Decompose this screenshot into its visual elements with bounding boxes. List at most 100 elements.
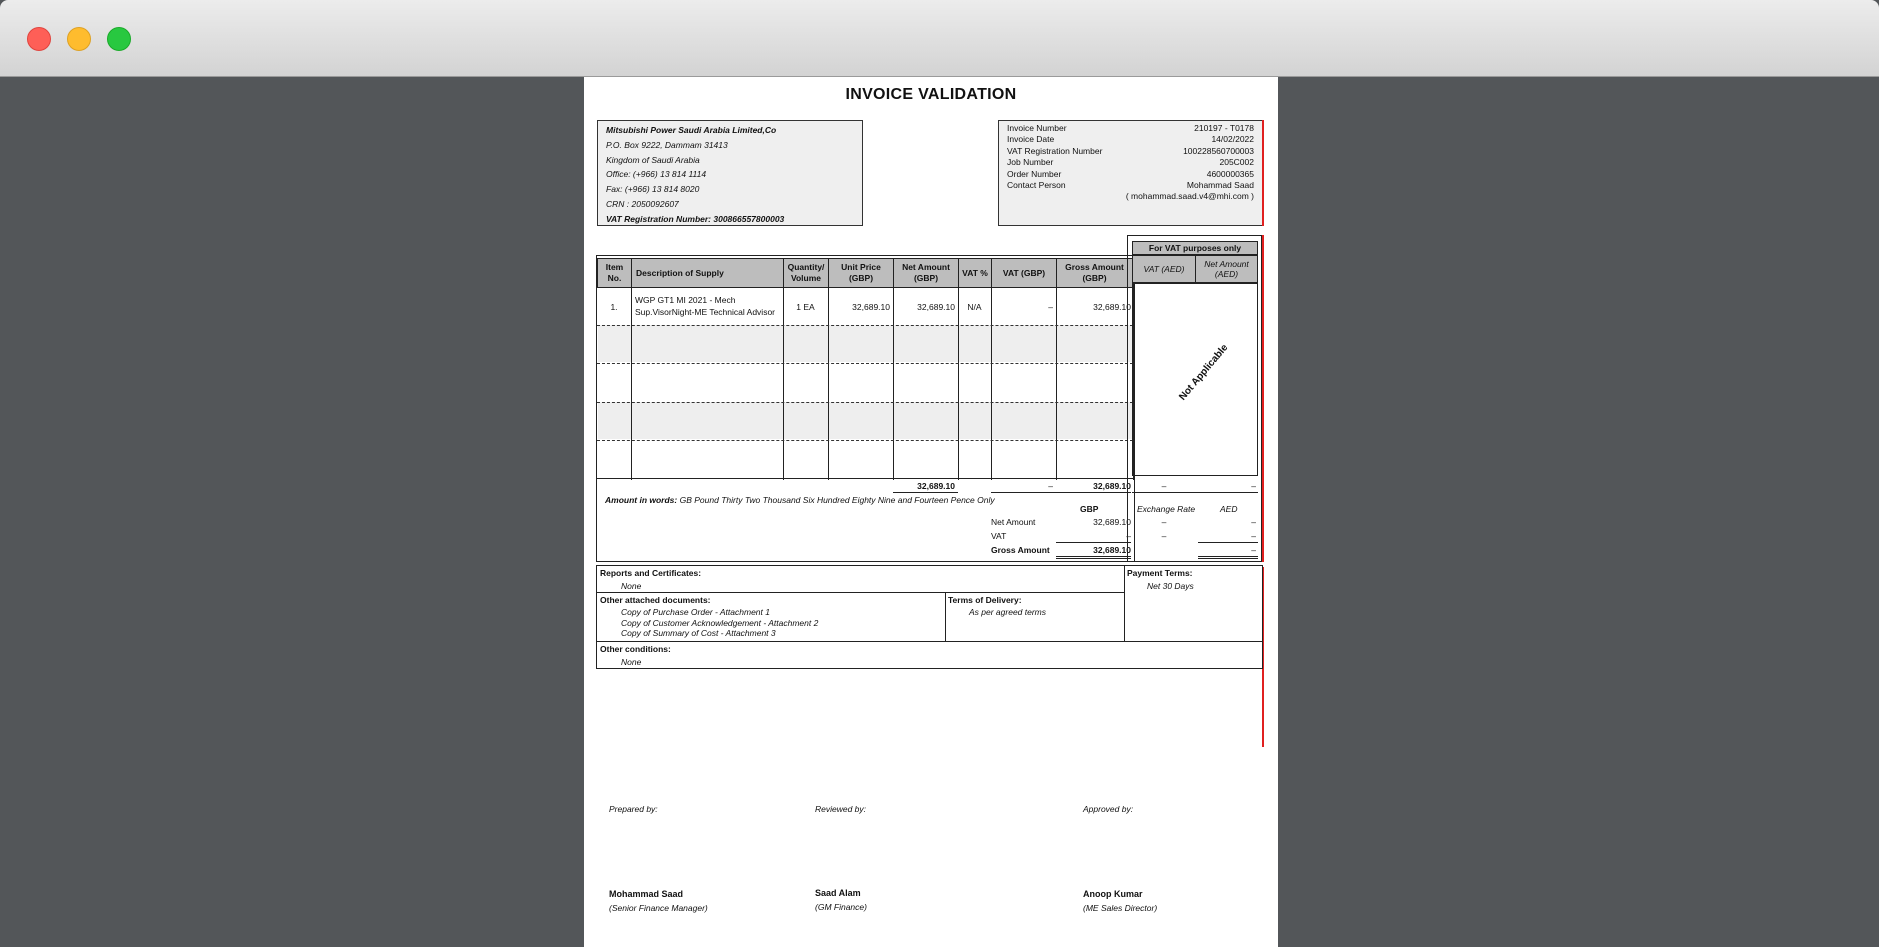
reports-label: Reports and Certificates:	[600, 568, 702, 578]
row1-unit-price: 32,689.10	[852, 302, 890, 312]
supplier-vat-reg: VAT Registration Number: 300866557800003	[606, 213, 785, 224]
vat-double-rule	[1198, 556, 1258, 557]
column-divider	[1056, 258, 1058, 480]
supplier-crn: CRN : 2050092607	[606, 198, 679, 209]
column-divider	[596, 258, 598, 480]
prepared-by-label: Prepared by:	[609, 804, 658, 814]
supplier-address-box: Mitsubishi Power Saudi Arabia Limited,Co…	[597, 120, 863, 226]
info-value: 14/02/2022	[1211, 134, 1254, 145]
summary-double-rule	[1056, 556, 1131, 557]
row-separator	[597, 325, 1133, 326]
approved-by-name: Anoop Kumar	[1083, 889, 1143, 899]
vat-total-rule	[1132, 492, 1258, 493]
red-marker-line	[1262, 120, 1264, 226]
payment-value: Net 30 Days	[1147, 581, 1194, 591]
column-divider	[991, 258, 993, 480]
gross-aed-value: –	[1251, 545, 1256, 555]
supplier-po-box: P.O. Box 9222, Dammam 31413	[606, 139, 728, 150]
vat-double-rule	[1198, 558, 1258, 559]
row-separator	[597, 363, 1133, 364]
info-value: 210197 - T0178	[1194, 123, 1254, 133]
maximize-window-button[interactable]	[107, 27, 131, 51]
aed-label: AED	[1220, 504, 1238, 514]
invoice-info-box: Invoice Number 210197 - T0178 Invoice Dat…	[998, 120, 1263, 226]
row1-gross: 32,689.10	[1093, 302, 1131, 312]
net-rate-value: –	[1161, 517, 1167, 527]
conditions-label: Other conditions:	[600, 644, 671, 654]
row1-description-line2: Sup.VisorNight-ME Technical Advisor	[635, 307, 776, 317]
row-separator	[597, 440, 1133, 441]
summary-rule	[1056, 542, 1131, 543]
vat-aed-value: –	[1251, 531, 1256, 541]
items-table-header: Item No. Description of Supply Quantity/…	[597, 258, 1133, 288]
supplier-country: Kingdom of Saudi Arabia	[606, 154, 700, 165]
reviewed-by-role: (GM Finance)	[815, 902, 867, 912]
info-row-vat-reg: VAT Registration Number 100228560700003	[1007, 146, 1254, 157]
vat-total-aed: –	[1161, 481, 1167, 491]
reports-value: None	[621, 581, 642, 591]
column-divider	[958, 258, 960, 480]
info-row-order-number: Order Number 4600000365	[1007, 169, 1254, 180]
amount-in-words: Amount in words: GB Pound Thirty Two Tho…	[605, 495, 995, 505]
col-item-no: Item No.	[597, 258, 631, 288]
info-label: Invoice Number	[1007, 123, 1067, 133]
red-marker-line	[1262, 235, 1264, 562]
info-label: Contact Person	[1007, 179, 1066, 190]
attached-item-2: Copy of Customer Acknowledgement - Attac…	[621, 618, 819, 628]
info-value: 4600000365	[1206, 168, 1254, 179]
total-vat-gbp: –	[1048, 481, 1053, 491]
info-value: 205C002	[1219, 157, 1254, 168]
column-divider	[893, 258, 895, 480]
total-underline	[991, 492, 1131, 493]
summary-net-label: Net Amount	[991, 517, 1036, 527]
reviewed-by-label: Reviewed by:	[815, 804, 867, 814]
supplier-fax: Fax: (+966) 13 814 8020	[606, 184, 700, 195]
info-label: VAT Registration Number	[1007, 145, 1103, 156]
summary-gross-value: 32,689.10	[1093, 545, 1131, 555]
payment-label: Payment Terms:	[1127, 568, 1193, 578]
attached-label: Other attached documents:	[600, 595, 711, 605]
net-aed-value: –	[1251, 517, 1256, 527]
column-divider	[828, 258, 830, 480]
document-page: INVOICE VALIDATION Mitsubishi Power Saud…	[584, 77, 1278, 947]
row1-description-line1: WGP GT1 MI 2021 - Mech	[635, 295, 736, 305]
summary-gross-label: Gross Amount	[991, 545, 1050, 555]
approved-by-role: (ME Sales Director)	[1083, 903, 1158, 913]
contact-email: ( mohammad.saad.v4@mhi.com )	[1125, 191, 1254, 202]
col-vat-pct: VAT %	[958, 258, 991, 288]
minimize-window-button[interactable]	[67, 27, 91, 51]
summary-vat-value: –	[1126, 531, 1131, 541]
info-row-contact-person: Contact Person Mohammad Saad	[1007, 180, 1254, 191]
row-separator	[597, 402, 1133, 403]
info-value: 100228560700003	[1183, 145, 1254, 156]
info-row-job-number: Job Number 205C002	[1007, 157, 1254, 168]
info-value: Mohammad Saad	[1186, 179, 1254, 190]
supplier-office: Office: (+966) 13 814 1114	[606, 169, 707, 180]
info-label: Job Number	[1007, 157, 1054, 168]
info-label: Order Number	[1007, 168, 1062, 179]
close-window-button[interactable]	[27, 27, 51, 51]
info-row-invoice-number: Invoice Number 210197 - T0178	[1007, 123, 1254, 134]
col-unit-price: Unit Price (GBP)	[828, 258, 893, 288]
col-quantity: Quantity/ Volume	[783, 258, 828, 288]
col-gross: Gross Amount (GBP)	[1056, 258, 1133, 288]
amount-words-label: Amount in words:	[605, 495, 678, 505]
table-bottom-rule	[596, 478, 1134, 480]
document-title: INVOICE VALIDATION	[845, 86, 1017, 103]
col-description: Description of Supply	[631, 258, 783, 288]
row1-quantity: 1 EA	[796, 302, 815, 312]
conditions-section	[596, 641, 1263, 669]
supplier-name: Mitsubishi Power Saudi Arabia Limited,Co	[606, 125, 777, 135]
amount-words-text: GB Pound Thirty Two Thousand Six Hundred…	[679, 495, 995, 505]
total-gross: 32,689.10	[1093, 481, 1131, 491]
vat-panel-title: For VAT purposes only	[1132, 241, 1258, 255]
attached-item-1: Copy of Purchase Order - Attachment 1	[621, 607, 770, 617]
summary-double-rule	[1056, 558, 1131, 559]
reviewed-by-name: Saad Alam	[815, 888, 861, 898]
total-underline	[893, 492, 958, 493]
table-row-empty	[598, 325, 1133, 362]
prepared-by-name: Mohammad Saad	[609, 889, 684, 899]
info-row-invoice-date: Invoice Date 14/02/2022	[1007, 134, 1254, 145]
exchange-rate-label: Exchange Rate	[1137, 504, 1196, 514]
prepared-by-role: (Senior Finance Manager)	[609, 903, 708, 913]
